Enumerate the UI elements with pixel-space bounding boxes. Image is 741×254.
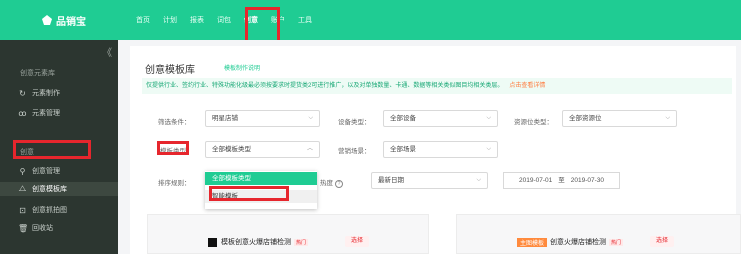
date-range-picker[interactable]: 2019-07-01 至 2019-07-30 <box>503 172 620 189</box>
sidebar-item-creative-manage[interactable]: ⚲ 创意管理 <box>18 164 60 178</box>
link-icon: ꝏ <box>18 108 27 118</box>
chevron-down-icon: ⌵ <box>486 115 491 121</box>
logo-icon <box>42 15 52 25</box>
chevron-up-icon: ︿ <box>306 146 313 152</box>
template-tag: 热门 <box>294 238 309 246</box>
template-title: 模板创意火爆店铺检测 <box>221 239 291 246</box>
notice-link[interactable]: 点击查看详情 <box>509 83 545 89</box>
heat-label-text: 热度 <box>320 180 333 187</box>
notice-text: 仅提供行业、签约行业、特殊功能化级最必须按要求时提货类2可进行推广，以及对单独数… <box>146 83 504 89</box>
refresh-icon: ↻ <box>19 88 26 98</box>
sidebar-section-elements: 创意元素库 <box>20 70 55 77</box>
device-label: 设备类型： <box>338 119 371 126</box>
date-end: 2019-07-30 <box>570 177 604 184</box>
select-value: 全部资源位 <box>569 115 602 122</box>
sort-label: 排序规则： <box>158 180 191 187</box>
highlight-box-sidebar <box>13 140 91 159</box>
sidebar-item-screenshots[interactable]: ⊡ 创意抓拍图 <box>18 203 67 217</box>
template-thumbnail <box>208 237 217 247</box>
select-template-button[interactable]: 选择 <box>650 236 675 247</box>
sidebar-item-template-library[interactable]: ⧍ 创意模板库 <box>0 182 118 196</box>
top-nav: 首页 计划 报表 词包 创意 账户 工具 <box>136 0 325 40</box>
trash-icon: 🗑 <box>18 223 29 233</box>
resource-select[interactable]: 全部资源位 ⌵ <box>562 110 677 127</box>
heat-label: 热度? <box>320 177 343 188</box>
template-title: 创意火爆店铺检测 <box>550 239 607 246</box>
nav-word-packs[interactable]: 词包 <box>217 15 231 25</box>
date-separator: 至 <box>558 177 565 184</box>
dropdown-option-all[interactable]: 全部模板类型 <box>205 172 317 185</box>
nav-tools[interactable]: 工具 <box>298 15 312 25</box>
date-start: 2019-07-01 <box>519 177 553 184</box>
brand-logo[interactable]: 品销宝 <box>42 13 86 28</box>
brand-name: 品销宝 <box>56 16 86 28</box>
sidebar-item-element-manage[interactable]: ꝏ 元素管理 <box>18 106 60 120</box>
select-value: 全部模板类型 <box>212 146 251 153</box>
template-tag: 热门 <box>609 238 624 246</box>
sidebar-item-recycle-bin[interactable]: 🗑 回收站 <box>18 221 53 235</box>
sidebar-item-label: 元素制作 <box>32 90 60 97</box>
select-value: 全部设备 <box>390 115 416 122</box>
image-icon: ⊡ <box>19 205 26 215</box>
flask-icon: ⧍ <box>18 184 27 193</box>
help-link[interactable]: 模板制作说明 <box>224 63 260 72</box>
bulb-icon: ⚲ <box>19 166 26 176</box>
sidebar-item-label: 回收站 <box>32 225 53 232</box>
chevron-down-icon: ⌵ <box>486 146 491 152</box>
sidebar-item-label: 创意模板库 <box>32 186 67 193</box>
page-title: 创意模板库 <box>145 65 195 76</box>
template-card[interactable] <box>456 214 741 254</box>
template-type-select[interactable]: 全部模板类型 ︿ <box>205 141 320 158</box>
device-select[interactable]: 全部设备 ⌵ <box>383 110 498 127</box>
sidebar-item-label: 创意抓拍图 <box>32 207 67 214</box>
chevron-down-icon: ⌵ <box>476 177 481 183</box>
app: 品销宝 首页 计划 报表 词包 创意 账户 工具 《 创意元素库 ↻ 元素制作 … <box>0 0 741 254</box>
scene-select[interactable]: 全部场景 ⌵ <box>383 141 498 158</box>
filter-label: 筛选条件： <box>158 119 191 126</box>
select-template-button[interactable]: 选择 <box>345 236 370 247</box>
select-value: 全部场景 <box>390 146 416 153</box>
nav-reports[interactable]: 报表 <box>190 15 204 25</box>
chevron-down-icon: ⌵ <box>308 115 313 121</box>
select-value: 最新日期 <box>378 177 404 184</box>
filter-select[interactable]: 明星店铺 ⌵ <box>205 110 320 127</box>
top-bar: 品销宝 首页 计划 报表 词包 创意 账户 工具 <box>0 0 741 40</box>
sidebar-item-label: 元素管理 <box>32 110 60 117</box>
highlight-box-dropdown <box>209 186 289 201</box>
scene-label: 营销场景： <box>338 148 371 155</box>
resource-label: 资源位类型： <box>514 119 553 126</box>
template-card-title: 模板创意火爆店铺检测 热门 <box>208 237 309 247</box>
highlight-box-filter <box>157 141 189 155</box>
sidebar-item-element-make[interactable]: ↻ 元素制作 <box>18 86 60 100</box>
chevron-down-icon: ⌵ <box>665 115 670 121</box>
notice-banner: 仅提供行业、签约行业、特殊功能化级最必须按要求时提货类2可进行推广，以及对单独数… <box>142 78 732 94</box>
collapse-icon[interactable]: 《 <box>102 44 112 59</box>
select-value: 明星店铺 <box>212 115 238 122</box>
date-type-select[interactable]: 最新日期 ⌵ <box>371 172 488 189</box>
sidebar-item-label: 创意管理 <box>32 168 60 175</box>
template-card-title: 主图模板 创意火爆店铺检测 热门 <box>517 237 624 247</box>
template-badge: 主图模板 <box>517 237 548 247</box>
help-icon[interactable]: ? <box>335 180 343 188</box>
nav-plans[interactable]: 计划 <box>163 15 177 25</box>
template-card[interactable] <box>147 214 429 254</box>
nav-home[interactable]: 首页 <box>136 15 150 25</box>
